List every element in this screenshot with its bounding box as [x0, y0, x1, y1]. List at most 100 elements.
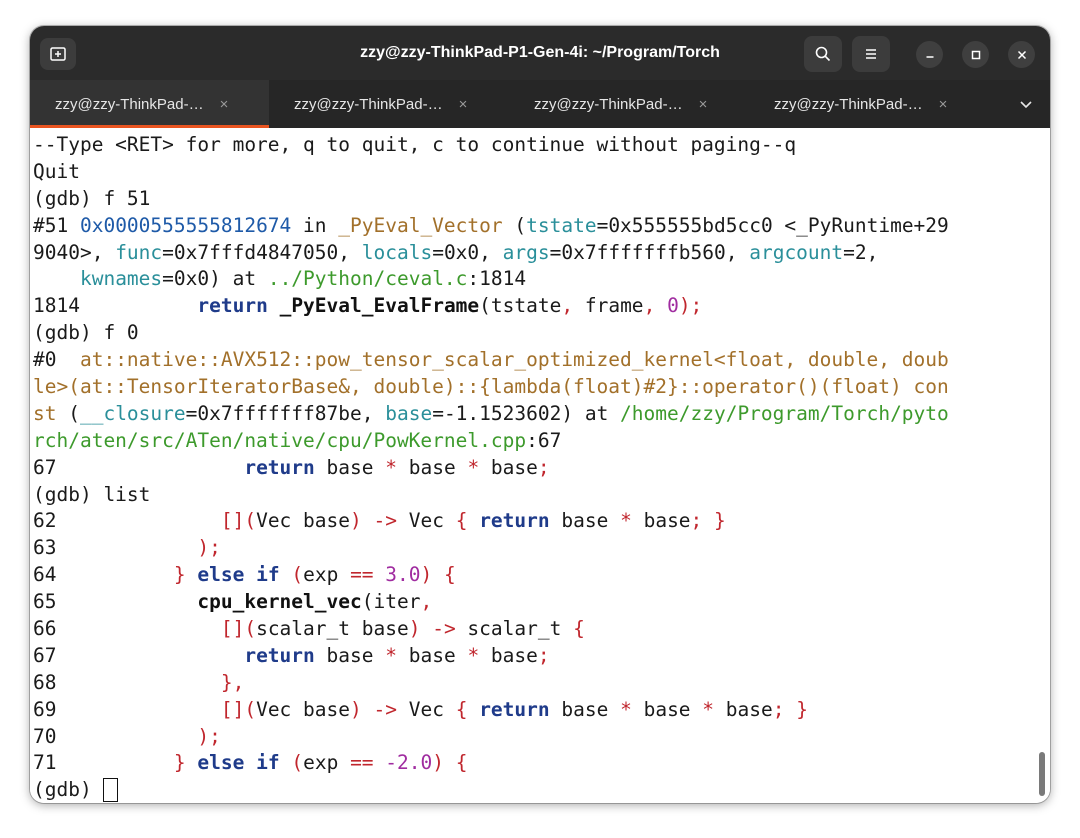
terminal-text-segment: {	[573, 617, 585, 641]
terminal-line: 9040>, func=0x7fffd4847050, locals=0x0, …	[33, 240, 949, 267]
terminal-text-segment: base	[549, 509, 621, 533]
terminal-text-segment: 0x0000555555812674	[79, 213, 292, 237]
tab-1[interactable]: zzy@zzy-ThinkPad-… ×	[30, 80, 269, 128]
terminal-text-segment: -2.0	[385, 751, 433, 775]
terminal-text-segment: ,	[420, 590, 433, 614]
new-tab-button[interactable]	[40, 38, 76, 70]
terminal-text-segment: func	[115, 240, 163, 264]
terminal-text-segment: }	[714, 509, 726, 533]
terminal-text-segment: (tstate	[479, 294, 562, 318]
terminal-line: #0 at::native::AVX512::pow_tensor_scalar…	[33, 347, 949, 374]
tab-close-icon[interactable]: ×	[220, 96, 229, 113]
terminal-line: 67 return base * base * base;	[33, 643, 949, 670]
terminal-output[interactable]: --Type <RET> for more, q to quit, c to c…	[30, 128, 1050, 803]
terminal-line: 64 } else if (exp == 3.0) {	[33, 562, 949, 589]
terminal-text-segment: ->	[373, 509, 397, 533]
terminal-text-segment: ;	[690, 509, 703, 533]
terminal-text-segment: },	[220, 670, 245, 694]
terminal-text-segment: :1814	[467, 267, 527, 291]
tabs-dropdown-button[interactable]	[1016, 94, 1036, 114]
terminal-text-segment: ,	[561, 294, 574, 318]
tab-close-icon[interactable]: ×	[699, 96, 708, 113]
tab-3[interactable]: zzy@zzy-ThinkPad-… ×	[509, 80, 749, 128]
terminal-text-segment: args	[502, 240, 550, 264]
maximize-button[interactable]	[962, 41, 989, 68]
terminal-text-segment: =0x7fffffff87be,	[185, 401, 386, 425]
terminal-text-segment: Vec	[396, 697, 456, 721]
terminal-text-segment: 3.0	[385, 563, 421, 587]
terminal-line: 66 [](scalar_t base) -> scalar_t {	[33, 616, 949, 643]
terminal-text-segment: *	[702, 697, 715, 721]
terminal-text-segment: ;	[772, 697, 785, 721]
terminal-line: le>(at::TensorIteratorBase&, double)::{l…	[33, 374, 949, 401]
terminal-lines: --Type <RET> for more, q to quit, c to c…	[33, 132, 949, 803]
window-title: zzy@zzy-ThinkPad-P1-Gen-4i: ~/Program/To…	[360, 44, 720, 61]
terminal-line: (gdb) f 51	[33, 186, 949, 213]
terminal-line: 65 cpu_kernel_vec(iter,	[33, 589, 949, 616]
terminal-text-segment: =0x7fffd4847050,	[162, 240, 362, 264]
terminal-text-segment: ==	[350, 563, 374, 587]
minimize-button[interactable]	[916, 41, 943, 68]
terminal-text-segment: 0	[667, 294, 679, 318]
terminal-text-segment: =0x555555bd5cc0 <_PyRuntime+29	[596, 213, 949, 237]
terminal-text-segment: =0x0,	[432, 240, 503, 264]
terminal-text-segment: base	[631, 509, 691, 533]
terminal-text-segment: base	[479, 455, 538, 479]
terminal-text-segment: *	[620, 697, 632, 721]
new-tab-icon	[50, 47, 66, 61]
terminal-text-segment: at::native::AVX512::pow_tensor_scalar_op…	[79, 348, 949, 372]
terminal-text-segment: base	[714, 697, 773, 721]
terminal-text-segment: );	[197, 724, 221, 748]
terminal-text-segment: ==	[350, 751, 374, 775]
scrollbar[interactable]	[1039, 752, 1045, 796]
terminal-text-segment: =2,	[843, 240, 879, 264]
terminal-line: Quit	[33, 159, 949, 186]
terminal-text-segment: ->	[432, 617, 456, 641]
terminal-text-segment: 67	[33, 643, 245, 667]
tab-close-icon[interactable]: ×	[939, 96, 948, 113]
terminal-text-segment: #51	[33, 213, 80, 237]
terminal-text-segment: =0x7fffffffb560,	[549, 240, 750, 264]
tab-label: zzy@zzy-ThinkPad-…	[294, 95, 443, 113]
terminal-text-segment: {	[455, 697, 468, 721]
terminal-text-segment: else	[197, 563, 245, 587]
terminal-text-segment: __closure	[79, 401, 186, 425]
terminal-text-segment: 62	[33, 509, 221, 533]
terminal-text-segment: base	[479, 643, 538, 667]
terminal-line: 71 } else if (exp == -2.0) {	[33, 750, 949, 777]
terminal-text-segment: );	[678, 294, 703, 318]
tab-close-icon[interactable]: ×	[459, 96, 468, 113]
search-button[interactable]	[804, 36, 842, 72]
terminal-text-segment: ->	[373, 697, 397, 721]
terminal-text-segment: (gdb) f 0	[33, 321, 139, 345]
terminal-text-segment: }	[173, 751, 186, 775]
terminal-text-segment: 9040>,	[33, 240, 116, 264]
terminal-text-segment: (gdb) list	[33, 482, 151, 506]
gdb-prompt-line[interactable]: (gdb)	[33, 777, 949, 803]
terminal-text-segment: exp	[303, 563, 351, 587]
terminal-text-segment: *	[385, 643, 397, 667]
terminal-text-segment: locals	[361, 240, 433, 264]
terminal-line: st (__closure=0x7fffffff87be, base=-1.15…	[33, 401, 949, 428]
terminal-text-segment: [](	[220, 697, 257, 721]
terminal-text-segment: Vec base	[256, 697, 350, 721]
terminal-line: 70 );	[33, 724, 949, 751]
terminal-text-segment: if	[256, 751, 280, 775]
terminal-line: 1814 return _PyEval_EvalFrame(tstate, fr…	[33, 293, 949, 320]
terminal-text-segment: ../Python/ceval.c	[267, 267, 468, 291]
terminal-text-segment: (	[502, 213, 527, 237]
close-window-button[interactable]	[1008, 41, 1035, 68]
menu-button[interactable]	[852, 36, 890, 72]
tab-4[interactable]: zzy@zzy-ThinkPad-… ×	[749, 80, 989, 128]
tab-2[interactable]: zzy@zzy-ThinkPad-… ×	[269, 80, 509, 128]
terminal-text-segment: tstate	[526, 213, 597, 237]
terminal-text-segment: }	[796, 697, 808, 721]
